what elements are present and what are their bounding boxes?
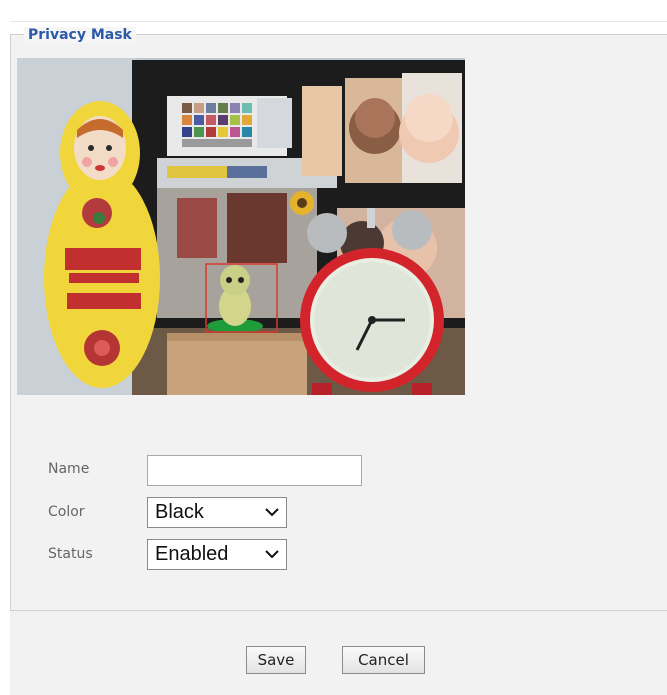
footer-bar: [10, 611, 667, 695]
status-label: Status: [48, 546, 93, 562]
save-button[interactable]: Save: [246, 646, 306, 674]
top-strip: [0, 0, 667, 22]
fieldset-legend: Privacy Mask: [24, 27, 136, 43]
name-label: Name: [48, 461, 90, 477]
chevron-down-icon: [265, 550, 279, 559]
name-input[interactable]: [147, 455, 362, 486]
chevron-down-icon: [265, 508, 279, 517]
color-select-value: Black: [155, 501, 204, 523]
status-select[interactable]: Enabled: [147, 539, 287, 570]
color-select[interactable]: Black: [147, 497, 287, 528]
top-divider: [10, 21, 667, 22]
cancel-button[interactable]: Cancel: [342, 646, 425, 674]
status-select-value: Enabled: [155, 543, 229, 565]
color-label: Color: [48, 504, 85, 520]
camera-preview[interactable]: [17, 58, 465, 395]
